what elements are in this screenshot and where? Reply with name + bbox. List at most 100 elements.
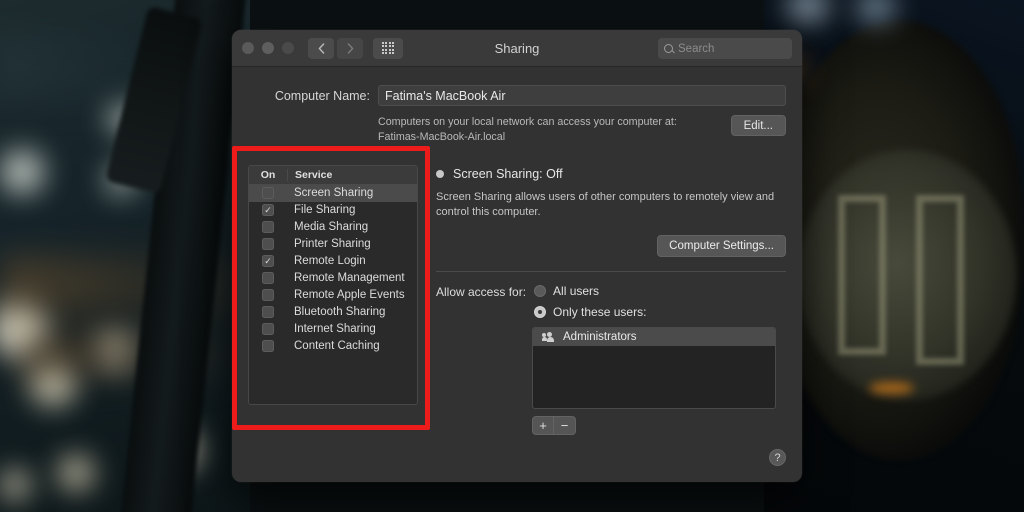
minimize-button[interactable] [262,42,274,54]
access-radio-option[interactable]: Only these users: [534,305,646,319]
window-traffic-lights[interactable] [242,42,294,54]
service-name: Bluetooth Sharing [287,306,385,318]
table-row[interactable]: Printer Sharing [249,236,417,253]
service-checkbox-cell[interactable] [249,289,287,301]
navigation-buttons[interactable] [308,38,363,59]
service-checkbox-cell[interactable] [249,272,287,284]
service-checkbox-cell[interactable] [249,238,287,250]
computer-name-row: Computer Name: [248,85,786,106]
hostname-note: Computers on your local network can acce… [378,116,677,128]
column-header-service: Service [287,169,417,181]
background-lamp-digit [838,195,886,355]
checkbox-checked-icon[interactable]: ✓ [262,255,274,267]
checkbox-checked-icon[interactable]: ✓ [262,204,274,216]
add-user-button[interactable]: + [532,416,554,435]
bokeh-light [58,455,94,491]
list-item[interactable]: Administrators [533,328,775,346]
service-description: Screen Sharing allows users of other com… [436,190,786,222]
service-status-line: Screen Sharing: Off [436,167,786,181]
search-icon [664,44,673,53]
service-name: Content Caching [287,340,380,352]
checkbox-unchecked-icon[interactable] [262,306,274,318]
service-rows: Screen Sharing ✓ File Sharing Media Sharing… [249,185,417,355]
service-checkbox-cell[interactable] [249,323,287,335]
checkbox-unchecked-icon[interactable] [262,187,274,199]
service-checkbox-cell[interactable] [249,306,287,318]
service-name: Screen Sharing [287,187,373,199]
allow-access-row: Allow access for: All users Only these us… [436,284,786,319]
remove-user-button[interactable]: − [554,416,576,435]
user-group-label: Administrators [563,331,637,343]
back-button[interactable] [308,38,334,59]
checkbox-unchecked-icon[interactable] [262,272,274,284]
user-list-buttons: + − [532,416,786,435]
service-status-text: Screen Sharing: Off [453,167,563,181]
edit-hostname-button[interactable]: Edit... [731,115,786,136]
sharing-preferences-window: Sharing Search Computer Name: Computers … [232,30,802,482]
chevron-right-icon [347,43,354,54]
table-row[interactable]: Media Sharing [249,219,417,236]
computer-settings-row: Computer Settings... [436,235,786,257]
radio-selected-icon[interactable] [534,306,546,318]
chevron-left-icon [318,43,325,54]
column-header-on: On [249,169,287,181]
table-row[interactable]: ✓ File Sharing [249,202,417,219]
service-detail-pane: Screen Sharing: Off Screen Sharing allow… [436,165,786,435]
table-row[interactable]: Internet Sharing [249,321,417,338]
sharing-split-view: On Service Screen Sharing ✓ File Sharing Me… [248,165,786,435]
service-list-header: On Service [249,166,417,185]
detail-divider [436,271,786,272]
table-row[interactable]: Bluetooth Sharing [249,304,417,321]
help-button[interactable]: ? [769,449,786,466]
checkbox-unchecked-icon[interactable] [262,238,274,250]
search-input[interactable]: Search [658,38,792,59]
service-name: Remote Apple Events [287,289,405,301]
table-row[interactable]: Remote Management [249,270,417,287]
service-checkbox-cell[interactable] [249,187,287,199]
checkbox-unchecked-icon[interactable] [262,340,274,352]
table-row[interactable]: Screen Sharing [249,185,417,202]
service-checkbox-cell[interactable] [249,221,287,233]
hostname-row: Computers on your local network can acce… [248,115,786,145]
table-row[interactable]: Remote Apple Events [249,287,417,304]
access-radio-group[interactable]: All users Only these users: [534,284,646,319]
table-row[interactable]: ✓ Remote Login [249,253,417,270]
computer-name-field[interactable] [378,85,786,106]
background-lamp-digit [916,195,964,365]
window-titlebar: Sharing Search [232,30,802,67]
service-name: Printer Sharing [287,238,371,250]
service-list[interactable]: On Service Screen Sharing ✓ File Sharing Me… [248,165,418,405]
allow-access-label: Allow access for: [436,284,526,299]
access-radio-label: Only these users: [553,305,646,319]
access-radio-option[interactable]: All users [534,284,646,298]
service-name: Media Sharing [287,221,368,233]
table-row[interactable]: Content Caching [249,338,417,355]
close-button[interactable] [242,42,254,54]
access-radio-label: All users [553,284,599,298]
hostname-value: Fatimas-MacBook-Air.local [378,131,505,143]
background-lamp-lens [798,150,1016,400]
checkbox-unchecked-icon[interactable] [262,221,274,233]
allowed-users-list[interactable]: Administrators [532,327,776,409]
hostname-description: Computers on your local network can acce… [378,115,721,145]
bokeh-light [0,150,44,194]
radio-unselected-icon[interactable] [534,285,546,297]
checkbox-unchecked-icon[interactable] [262,289,274,301]
zoom-button[interactable] [282,42,294,54]
bokeh-light [0,470,30,500]
group-users-icon [542,332,556,342]
service-name: Remote Login [287,255,366,267]
grid-view-icon [382,42,395,55]
forward-button[interactable] [337,38,363,59]
service-name: Internet Sharing [287,323,376,335]
computer-settings-button[interactable]: Computer Settings... [657,235,786,257]
service-checkbox-cell[interactable]: ✓ [249,204,287,216]
checkbox-unchecked-icon[interactable] [262,323,274,335]
show-all-button[interactable] [373,38,403,59]
service-checkbox-cell[interactable] [249,340,287,352]
computer-name-label: Computer Name: [248,89,370,103]
service-name: Remote Management [287,272,405,284]
service-name: File Sharing [287,204,355,216]
service-checkbox-cell[interactable]: ✓ [249,255,287,267]
window-content: Computer Name: Computers on your local n… [232,67,802,482]
